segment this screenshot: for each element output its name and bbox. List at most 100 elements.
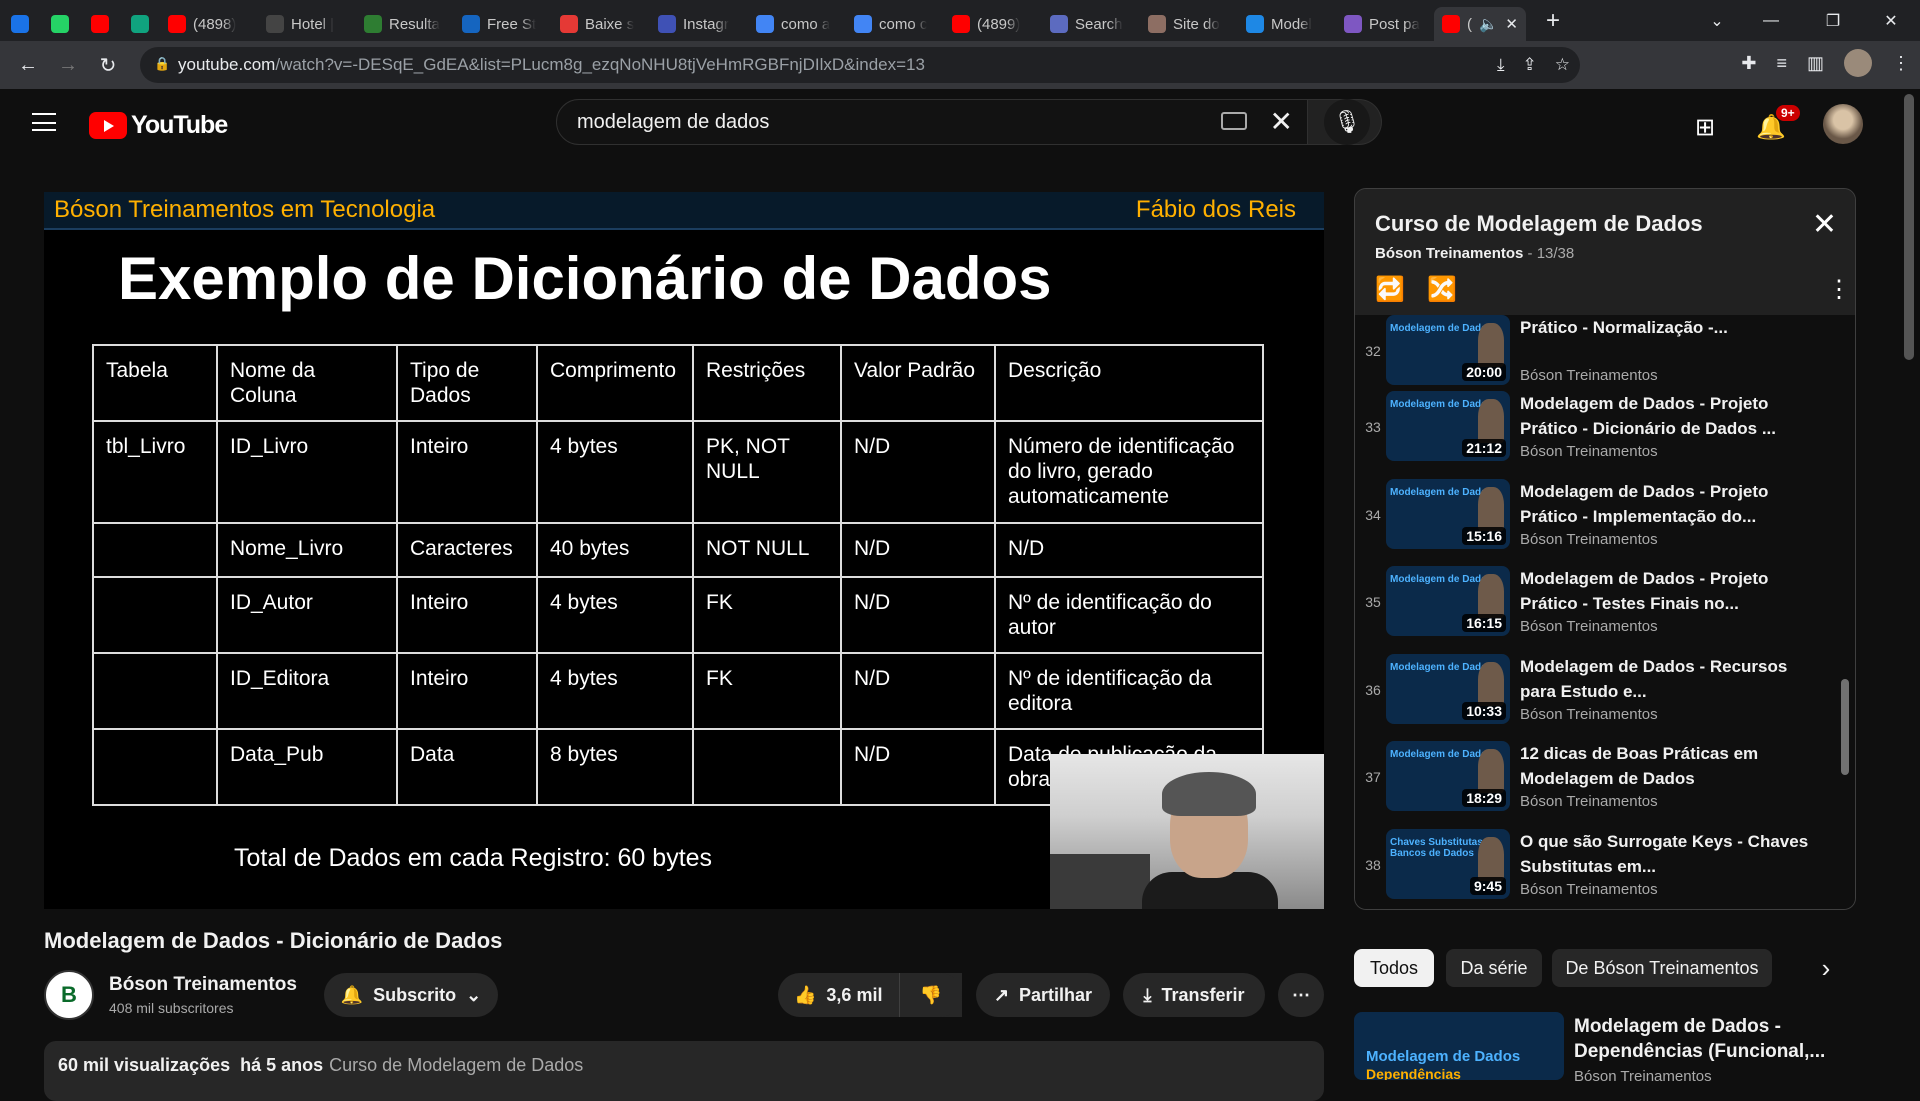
voice-search-button[interactable]: 🎙: [1324, 99, 1370, 145]
tab-title: Baixe s: [585, 15, 635, 33]
more-actions-button[interactable]: ⋯: [1278, 973, 1324, 1017]
youtube-logo[interactable]: YouTube: [89, 111, 228, 140]
new-tab-icon[interactable]: +: [1538, 7, 1568, 35]
channel-name[interactable]: Bóson Treinamentos: [109, 974, 297, 996]
playlist-thumbnail[interactable]: Modelagem de Dados 16:15: [1386, 566, 1510, 636]
playlist-subtitle: Bóson Treinamentos - 13/38: [1375, 245, 1574, 262]
filter-chip[interactable]: De Bóson Treinamentos: [1552, 949, 1772, 987]
shuffle-icon[interactable]: 🔀: [1427, 275, 1457, 304]
browser-tab[interactable]: Post pa: [1336, 7, 1434, 41]
close-playlist-icon[interactable]: ✕: [1812, 207, 1837, 242]
close-window-icon[interactable]: ✕: [1868, 0, 1914, 41]
table-header-cell: Comprimento: [536, 344, 694, 422]
subscribe-button[interactable]: 🔔 Subscrito ⌄: [324, 973, 498, 1017]
playlist-title[interactable]: Curso de Modelagem de Dados: [1375, 211, 1703, 237]
address-bar[interactable]: 🔒 youtube.com/watch?v=-DESqE_GdEA&list=P…: [140, 47, 1580, 83]
search-input[interactable]: modelagem de dados ✕: [556, 99, 1308, 145]
active-browser-tab[interactable]: (🔈 ✕: [1434, 7, 1526, 41]
table-cell: ID_Livro: [216, 420, 398, 524]
download-label: Transferir: [1161, 984, 1245, 1005]
playlist-thumbnail[interactable]: Modelagem de Dados 10:33: [1386, 654, 1510, 724]
browser-tab[interactable]: como c: [846, 7, 944, 41]
media-controls-icon[interactable]: ≡: [1776, 53, 1787, 74]
browser-tab[interactable]: Baixe s: [552, 7, 650, 41]
dislike-button[interactable]: 👎: [899, 973, 962, 1017]
restore-icon[interactable]: ❐: [1810, 0, 1856, 41]
browser-tab[interactable]: Site do: [1140, 7, 1238, 41]
table-cell: Data: [396, 728, 538, 806]
table-header-cell: Tipo de Dados: [396, 344, 538, 422]
menu-icon[interactable]: [32, 113, 56, 131]
close-tab-icon[interactable]: ✕: [1505, 15, 1518, 33]
playlist-item[interactable]: 37 Modelagem de Dados 18:29 12 dicas de Boa…: [1355, 735, 1845, 819]
share-button[interactable]: ↗ Partilhar: [976, 973, 1110, 1017]
tab-title: como a: [781, 15, 831, 33]
browser-tab[interactable]: (4899): [944, 7, 1042, 41]
playlist-item[interactable]: 36 Modelagem de Dados 10:33 Modelagem de Da…: [1355, 648, 1845, 732]
playlist-item[interactable]: 38 Chaves Substitutas em Bancos de Dados 9…: [1355, 823, 1845, 907]
playlist-thumbnail[interactable]: Modelagem de Dados 20:00: [1386, 315, 1510, 385]
chrome-menu-icon[interactable]: ⋮: [1892, 53, 1910, 74]
table-cell: N/D: [840, 652, 996, 730]
playlist-channel[interactable]: Bóson Treinamentos: [1375, 245, 1523, 262]
playlist-item[interactable]: 35 Modelagem de Dados 16:15 Modelagem de Da…: [1355, 560, 1845, 644]
browser-tab[interactable]: Search: [1042, 7, 1140, 41]
browser-tab[interactable]: (4898): [160, 7, 258, 41]
extensions-icon[interactable]: ✚: [1741, 53, 1756, 74]
browser-tab[interactable]: Hotel |: [258, 7, 356, 41]
bookmark-star-icon[interactable]: ☆: [1555, 55, 1570, 75]
description-box[interactable]: 60 mil visualizações há 5 anos Curso de M…: [44, 1041, 1324, 1101]
playlist-item[interactable]: 34 Modelagem de Dados 15:16 Modelagem de Da…: [1355, 473, 1845, 557]
loop-icon[interactable]: 🔁: [1375, 275, 1405, 304]
playlist-thumbnail[interactable]: Chaves Substitutas em Bancos de Dados 9:4…: [1386, 829, 1510, 899]
side-panel-icon[interactable]: ▥: [1807, 53, 1824, 74]
clear-search-icon[interactable]: ✕: [1270, 105, 1293, 138]
profile-avatar[interactable]: [1844, 49, 1872, 77]
page-scrollbar[interactable]: [1904, 94, 1914, 360]
table-cell: Número de identificação do livro, gerado…: [994, 420, 1264, 524]
thumbnail-presenter: [1478, 399, 1504, 443]
browser-tab[interactable]: como a: [748, 7, 846, 41]
install-icon[interactable]: ⤓: [1497, 55, 1505, 75]
filter-chip[interactable]: Da série: [1446, 949, 1542, 987]
recommended-thumbnail[interactable]: Modelagem de Dados Dependências: [1354, 1012, 1564, 1080]
browser-tab[interactable]: [80, 7, 120, 41]
thumbnail-title: Modelagem de Dados: [1390, 574, 1493, 585]
playlist-menu-icon[interactable]: ⋮: [1827, 275, 1851, 304]
browser-tab[interactable]: Instagr: [650, 7, 748, 41]
thumbnail-presenter: [1478, 662, 1504, 706]
browser-tab[interactable]: [0, 7, 40, 41]
create-video-icon[interactable]: ⊞: [1695, 113, 1715, 142]
playlist-item[interactable]: 33 Modelagem de Dados 21:12 Modelagem de Da…: [1355, 385, 1845, 469]
tab-title: (4899): [977, 15, 1021, 33]
playlist-item[interactable]: 32 Modelagem de Dados 20:00 Prático - Norma…: [1355, 315, 1845, 393]
playlist-scrollbar[interactable]: [1841, 679, 1849, 775]
tab-search-icon[interactable]: ⌄: [1694, 0, 1740, 41]
browser-tab[interactable]: Resulta: [356, 7, 454, 41]
reload-icon[interactable]: ↻: [88, 53, 128, 78]
forward-icon[interactable]: →: [48, 54, 88, 77]
browser-tab[interactable]: Model: [1238, 7, 1336, 41]
playlist-thumbnail[interactable]: Modelagem de Dados 18:29: [1386, 741, 1510, 811]
playlist-item-channel: Bóson Treinamentos: [1520, 618, 1658, 635]
chips-next-icon[interactable]: ›: [1808, 949, 1844, 987]
chevron-down-icon: ⌄: [466, 984, 482, 1005]
recommended-title[interactable]: Modelagem de Dados - Dependências (Funci…: [1574, 1014, 1874, 1064]
youtube-wordmark: YouTube: [131, 111, 228, 139]
playlist-thumbnail[interactable]: Modelagem de Dados 21:12: [1386, 391, 1510, 461]
user-avatar[interactable]: [1823, 104, 1863, 144]
recommended-channel[interactable]: Bóson Treinamentos: [1574, 1068, 1712, 1085]
browser-tab[interactable]: [120, 7, 160, 41]
back-icon[interactable]: ←: [8, 54, 48, 77]
keyboard-icon[interactable]: [1221, 112, 1247, 130]
share-icon[interactable]: ⇪: [1523, 55, 1537, 75]
playlist-thumbnail[interactable]: Modelagem de Dados 15:16: [1386, 479, 1510, 549]
video-player[interactable]: Bóson Treinamentos em Tecnologia Fábio d…: [44, 192, 1324, 909]
filter-chip[interactable]: Todos: [1354, 949, 1434, 987]
browser-tab[interactable]: Free St: [454, 7, 552, 41]
browser-tab[interactable]: [40, 7, 80, 41]
minimize-icon[interactable]: —: [1748, 0, 1794, 41]
download-button[interactable]: ⤓ Transferir: [1123, 973, 1265, 1017]
channel-avatar[interactable]: B: [44, 970, 94, 1020]
description-playlist-link[interactable]: Curso de Modelagem de Dados: [329, 1055, 583, 1075]
